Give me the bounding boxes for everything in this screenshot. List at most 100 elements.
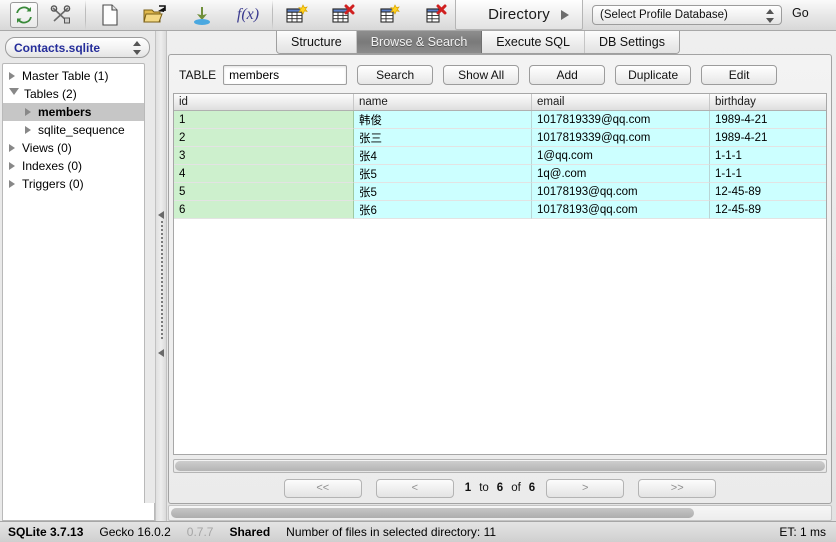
go-button[interactable]: Go	[792, 6, 809, 20]
search-button[interactable]: Search	[357, 65, 433, 85]
tree-item-master-table[interactable]: Master Table (1)	[3, 67, 144, 85]
column-header-name[interactable]: name	[354, 94, 532, 110]
cell-email: 1@qq.com	[532, 147, 710, 165]
drop-column-icon[interactable]	[412, 0, 458, 30]
open-folder-icon[interactable]	[133, 0, 179, 30]
table-row[interactable]: 5 张5 10178193@qq.com 12-45-89	[174, 183, 826, 201]
function-icon[interactable]: f(x)	[225, 0, 271, 30]
cell-birthday: 1989-4-21	[710, 129, 826, 147]
status-mode: Shared	[229, 525, 270, 539]
range-total: 6	[529, 482, 535, 494]
profile-database-select[interactable]: (Select Profile Database)	[592, 5, 782, 25]
cell-birthday: 1-1-1	[710, 147, 826, 165]
tree-item-sqlite-sequence[interactable]: sqlite_sequence	[3, 121, 144, 139]
tree-item-label: Indexes (0)	[22, 159, 82, 173]
tab-execute-sql[interactable]: Execute SQL	[482, 31, 585, 53]
new-column-icon[interactable]	[366, 0, 412, 30]
sidebar-splitter[interactable]	[155, 31, 167, 521]
tree-item-triggers[interactable]: Triggers (0)	[3, 175, 144, 193]
expand-arrow-icon[interactable]	[158, 349, 164, 357]
cell-email: 1q@.com	[532, 165, 710, 183]
duplicate-button[interactable]: Duplicate	[615, 65, 691, 85]
tree-item-label: members	[38, 105, 91, 119]
refresh-icon[interactable]	[10, 2, 38, 28]
status-sqlite-version: SQLite 3.7.13	[8, 525, 83, 539]
tab-structure[interactable]: Structure	[277, 31, 357, 53]
first-page-button[interactable]: <<	[284, 479, 362, 498]
triangle-right-icon[interactable]	[9, 144, 15, 152]
range-of-label: of	[511, 482, 521, 494]
previous-page-button[interactable]: <	[376, 479, 454, 498]
table-row[interactable]: 2 张三 1017819339@qq.com 1989-4-21	[174, 129, 826, 147]
tools-icon[interactable]	[38, 0, 84, 30]
edit-button[interactable]: Edit	[701, 65, 777, 85]
new-file-icon[interactable]	[87, 0, 133, 30]
cell-email: 1017819339@qq.com	[532, 129, 710, 147]
tree-item-indexes[interactable]: Indexes (0)	[3, 157, 144, 175]
add-button[interactable]: Add	[529, 65, 605, 85]
database-name: Contacts.sqlite	[14, 41, 100, 55]
tab-bar: Structure Browse & Search Execute SQL DB…	[276, 31, 680, 54]
cell-id: 3	[174, 147, 354, 165]
cell-name: 张三	[354, 129, 532, 147]
triangle-down-icon[interactable]	[9, 88, 19, 99]
toolbar-separator	[85, 0, 86, 30]
status-elapsed-time: ET: 1 ms	[779, 525, 826, 539]
scrollbar-thumb[interactable]	[171, 508, 694, 518]
table-row[interactable]: 1 韩俊 1017819339@qq.com 1989-4-21	[174, 111, 826, 129]
sidebar-bottom-filler	[2, 503, 155, 521]
cell-name: 韩俊	[354, 111, 532, 129]
profile-database-value: (Select Profile Database)	[600, 9, 728, 21]
panel-horizontal-scrollbar[interactable]	[168, 505, 832, 521]
triangle-right-icon[interactable]	[9, 72, 15, 80]
table-row[interactable]: 3 张4 1@qq.com 1-1-1	[174, 147, 826, 165]
tree-item-members[interactable]: members	[3, 103, 144, 121]
column-header-id[interactable]: id	[174, 94, 354, 110]
triangle-right-icon[interactable]	[9, 162, 15, 170]
table-name-value: members	[229, 68, 279, 82]
main-toolbar: f(x)	[0, 0, 836, 31]
status-app-version: 0.7.7	[187, 525, 214, 539]
table-name-input[interactable]: members	[223, 65, 347, 85]
triangle-right-icon[interactable]	[25, 108, 31, 116]
splitter-grip[interactable]	[161, 221, 163, 341]
cell-id: 4	[174, 165, 354, 183]
cell-id: 5	[174, 183, 354, 201]
column-header-birthday[interactable]: birthday	[710, 94, 826, 110]
database-selector[interactable]: Contacts.sqlite	[5, 37, 150, 58]
tree-item-label: sqlite_sequence	[38, 123, 125, 137]
cell-name: 张4	[354, 147, 532, 165]
browse-search-panel: TABLE members Search Show All Add Duplic…	[168, 54, 832, 504]
sqlite-manager-window: f(x)	[0, 0, 836, 542]
tree-item-label: Triggers (0)	[22, 177, 84, 191]
browse-toolbar: TABLE members Search Show All Add Duplic…	[179, 64, 821, 86]
tree-item-views[interactable]: Views (0)	[3, 139, 144, 157]
table-row[interactable]: 4 张5 1q@.com 1-1-1	[174, 165, 826, 183]
tree-item-tables[interactable]: Tables (2)	[3, 85, 144, 103]
scrollbar-thumb[interactable]	[175, 461, 825, 471]
table-row[interactable]: 6 张6 10178193@qq.com 12-45-89	[174, 201, 826, 219]
cell-id: 1	[174, 111, 354, 129]
toolbar-separator-2	[272, 0, 273, 30]
play-arrow-icon[interactable]	[561, 10, 569, 20]
page-title: Directory	[488, 6, 550, 23]
sidebar: Contacts.sqlite Master Table (1) Tables …	[0, 31, 155, 521]
range-from: 1	[465, 482, 471, 494]
last-page-button[interactable]: >>	[638, 479, 716, 498]
show-all-button[interactable]: Show All	[443, 65, 519, 85]
cell-name: 张5	[354, 183, 532, 201]
new-table-icon[interactable]	[274, 0, 320, 30]
grid-horizontal-scrollbar[interactable]	[173, 459, 827, 473]
drop-table-icon[interactable]	[320, 0, 366, 30]
tree-item-label: Master Table (1)	[22, 69, 108, 83]
column-header-email[interactable]: email	[532, 94, 710, 110]
triangle-right-icon[interactable]	[25, 126, 31, 134]
cell-id: 2	[174, 129, 354, 147]
next-page-button[interactable]: >	[546, 479, 624, 498]
collapse-arrow-icon[interactable]	[158, 211, 164, 219]
tab-browse-search[interactable]: Browse & Search	[357, 31, 483, 53]
triangle-right-icon[interactable]	[9, 180, 15, 188]
tab-db-settings[interactable]: DB Settings	[585, 31, 679, 53]
cell-name: 张5	[354, 165, 532, 183]
import-icon[interactable]	[179, 0, 225, 30]
